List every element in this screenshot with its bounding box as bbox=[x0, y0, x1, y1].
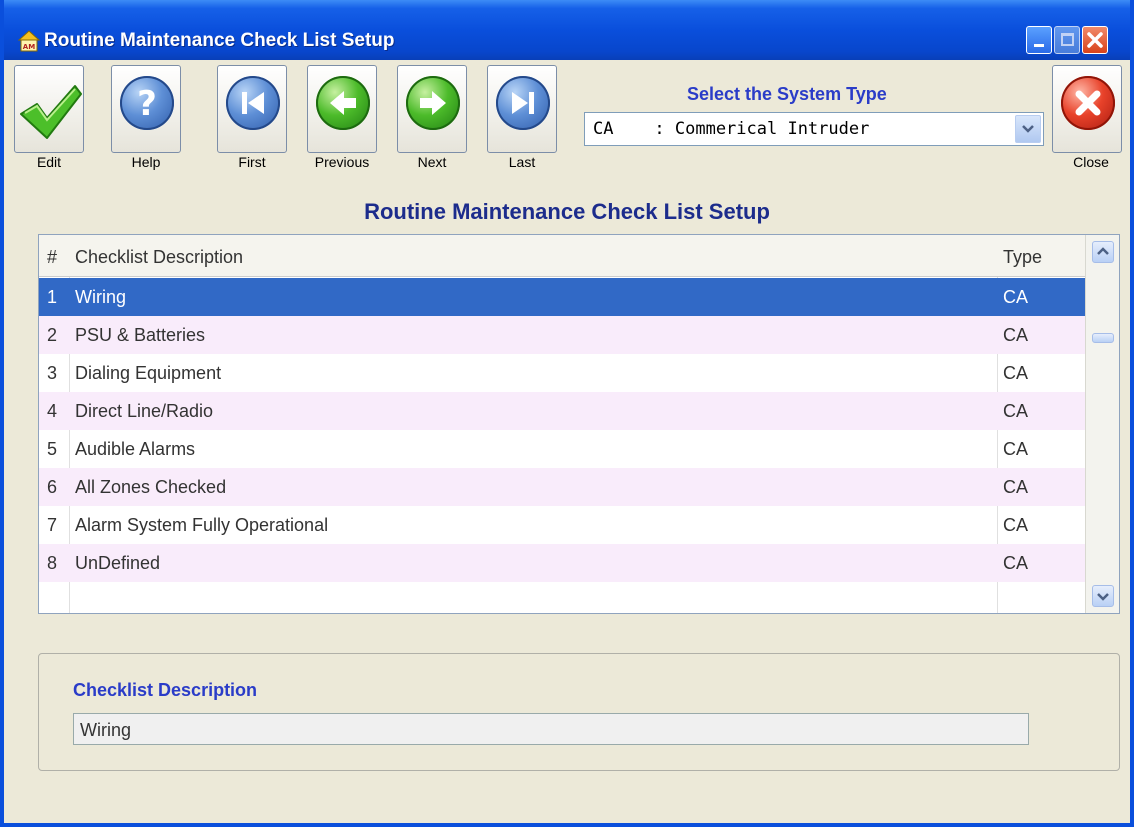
chevron-down-icon bbox=[1022, 125, 1034, 133]
row-num: 6 bbox=[47, 477, 58, 497]
row-num: 1 bbox=[47, 287, 58, 307]
row-num: 7 bbox=[47, 515, 58, 535]
row-description: All Zones Checked bbox=[75, 477, 227, 497]
row-type: CA bbox=[1003, 401, 1029, 421]
row-type: CA bbox=[1003, 287, 1029, 307]
row-description: Wiring bbox=[75, 287, 127, 307]
app-window: AM Routine Maintenance Check List Setup … bbox=[0, 0, 1134, 827]
window-title: Routine Maintenance Check List Setup bbox=[44, 30, 395, 51]
help-icon: ? bbox=[120, 76, 174, 130]
minimize-button[interactable] bbox=[1026, 26, 1052, 54]
checkmark-icon bbox=[20, 85, 82, 139]
row-type: CA bbox=[1003, 553, 1029, 573]
minimize-icon bbox=[1034, 44, 1044, 47]
close-label: Close bbox=[1073, 154, 1109, 170]
next-button[interactable] bbox=[397, 65, 467, 153]
previous-button[interactable] bbox=[307, 65, 377, 153]
vertical-scrollbar[interactable] bbox=[1085, 235, 1119, 613]
next-label: Next bbox=[417, 154, 447, 170]
scroll-down-button[interactable] bbox=[1092, 585, 1114, 607]
page-title: Routine Maintenance Check List Setup bbox=[364, 199, 770, 224]
system-type-value: CA : Commerical Intruder bbox=[593, 119, 870, 139]
row-num: 4 bbox=[47, 401, 58, 421]
row-num: 8 bbox=[47, 553, 58, 573]
app-logo-icon: AM bbox=[18, 30, 40, 52]
help-label: Help bbox=[131, 154, 161, 170]
system-type-select[interactable]: CA : Commerical Intruder bbox=[584, 112, 1044, 146]
edit-button[interactable] bbox=[14, 65, 84, 153]
last-label: Last bbox=[508, 154, 536, 170]
checklist-description-value: Wiring bbox=[80, 720, 132, 740]
row-description: Direct Line/Radio bbox=[75, 401, 214, 421]
table-row[interactable]: 7 Alarm System Fully Operational CA bbox=[39, 506, 1085, 544]
row-description: Dialing Equipment bbox=[75, 363, 222, 383]
table-row[interactable]: 3 Dialing Equipment CA bbox=[39, 354, 1085, 392]
row-type: CA bbox=[1003, 477, 1029, 497]
detail-panel: Checklist Description Wiring bbox=[38, 653, 1120, 771]
table-row[interactable]: 6 All Zones Checked CA bbox=[39, 468, 1085, 506]
close-button[interactable] bbox=[1052, 65, 1122, 153]
maximize-button[interactable] bbox=[1054, 26, 1080, 54]
checklist-grid[interactable]: # Checklist Description Type 1 Wiring CA… bbox=[38, 234, 1120, 614]
row-num: 2 bbox=[47, 325, 58, 345]
row-description: PSU & Batteries bbox=[75, 325, 206, 345]
close-icon bbox=[1061, 76, 1115, 130]
row-description: UnDefined bbox=[75, 553, 161, 573]
header-type: Type bbox=[1003, 247, 1043, 267]
last-record-icon bbox=[496, 76, 550, 130]
chevron-up-icon bbox=[1097, 247, 1109, 255]
first-button[interactable] bbox=[217, 65, 287, 153]
dropdown-button[interactable] bbox=[1015, 115, 1041, 143]
header-num: # bbox=[47, 247, 58, 267]
maximize-icon bbox=[1061, 33, 1074, 46]
system-type-label: Select the System Type bbox=[687, 84, 887, 104]
row-type: CA bbox=[1003, 325, 1029, 345]
row-description: Alarm System Fully Operational bbox=[75, 515, 329, 535]
checklist-description-field[interactable]: Wiring bbox=[73, 713, 1029, 745]
grid-header: # Checklist Description Type bbox=[39, 235, 1085, 277]
row-type: CA bbox=[1003, 363, 1029, 383]
help-button[interactable]: ? bbox=[111, 65, 181, 153]
table-row[interactable]: 5 Audible Alarms CA bbox=[39, 430, 1085, 468]
scroll-thumb[interactable] bbox=[1092, 333, 1114, 343]
window-close-button[interactable] bbox=[1082, 26, 1108, 54]
chevron-down-icon bbox=[1097, 593, 1109, 601]
svg-text:?: ? bbox=[137, 84, 157, 124]
first-label: First bbox=[238, 154, 266, 170]
table-row[interactable]: 1 Wiring CA bbox=[39, 278, 1085, 316]
table-row[interactable]: 2 PSU & Batteries CA bbox=[39, 316, 1085, 354]
table-row[interactable]: 4 Direct Line/Radio CA bbox=[39, 392, 1085, 430]
row-type: CA bbox=[1003, 515, 1029, 535]
scroll-up-button[interactable] bbox=[1092, 241, 1114, 263]
close-x-icon bbox=[1087, 32, 1103, 48]
last-button[interactable] bbox=[487, 65, 557, 153]
row-description: Audible Alarms bbox=[75, 439, 196, 459]
title-bar[interactable]: AM Routine Maintenance Check List Setup bbox=[4, 0, 1130, 60]
svg-text:AM: AM bbox=[23, 43, 35, 51]
header-description: Checklist Description bbox=[75, 247, 244, 267]
table-row[interactable]: 8 UnDefined CA bbox=[39, 544, 1085, 582]
row-num: 3 bbox=[47, 363, 58, 383]
arrow-left-icon bbox=[316, 76, 370, 130]
row-num: 5 bbox=[47, 439, 58, 459]
checklist-description-label: Checklist Description bbox=[73, 680, 258, 700]
previous-label: Previous bbox=[314, 154, 370, 170]
edit-label: Edit bbox=[36, 154, 62, 170]
arrow-right-icon bbox=[406, 76, 460, 130]
first-record-icon bbox=[226, 76, 280, 130]
row-type: CA bbox=[1003, 439, 1029, 459]
